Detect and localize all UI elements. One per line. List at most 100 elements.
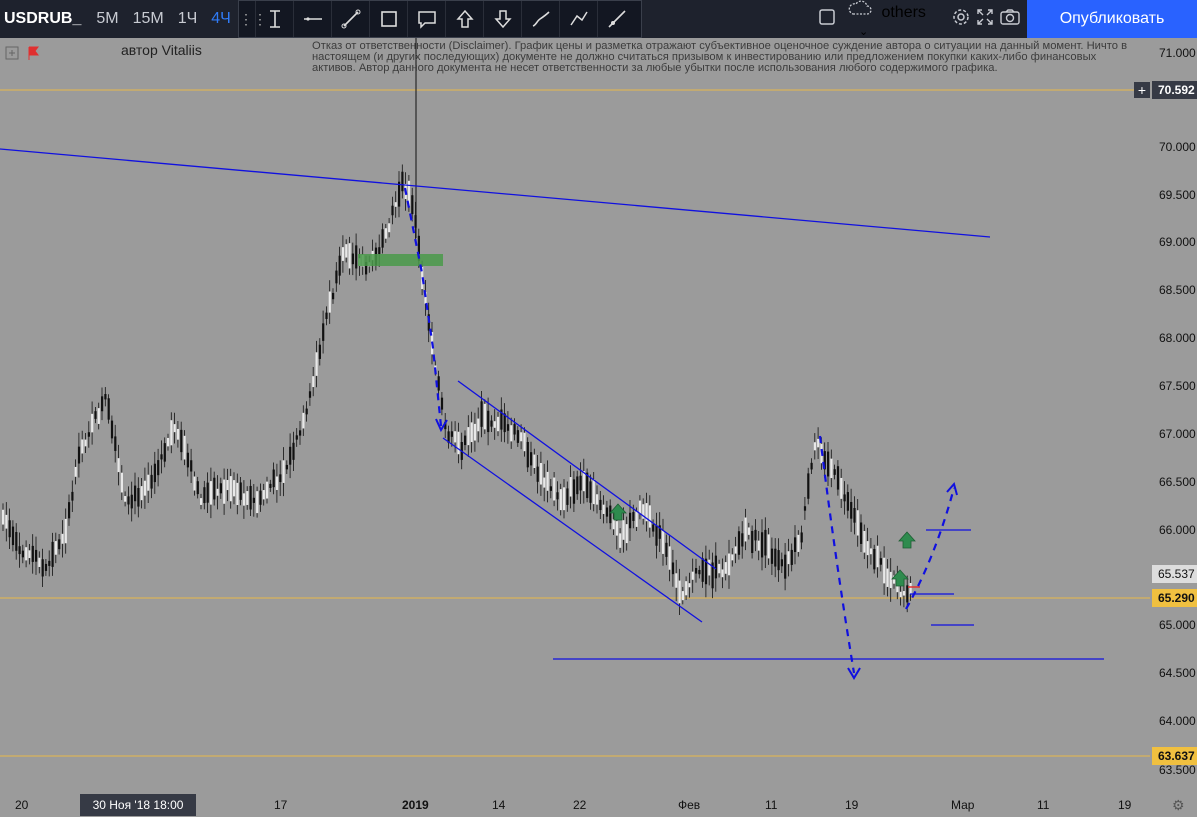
candle-body — [807, 473, 810, 499]
candle-body — [549, 486, 552, 491]
time-tick: 11 — [765, 798, 778, 812]
support-zone-rectangle[interactable] — [358, 254, 443, 266]
candle-body — [256, 491, 259, 514]
timeframe-5m[interactable]: 5M — [89, 0, 125, 38]
candle-body — [464, 435, 467, 446]
camera-icon[interactable] — [999, 7, 1027, 32]
candle-body — [157, 460, 160, 476]
candle-body — [757, 540, 760, 551]
trend-line-icon[interactable] — [331, 1, 369, 37]
ray-icon[interactable] — [597, 1, 635, 37]
candle-body — [579, 475, 582, 491]
resistance-trend-line[interactable] — [0, 148, 991, 238]
price-tick: 67.500 — [1159, 379, 1196, 393]
drag-handle-icon[interactable]: ⋮⋮ — [239, 11, 267, 28]
price-tick: 64.500 — [1159, 666, 1196, 680]
candle-body — [876, 545, 879, 568]
candle-body — [71, 491, 74, 501]
candle-body — [846, 492, 849, 511]
candle-body — [866, 541, 869, 556]
candle-body — [708, 559, 711, 576]
crosshair-time-label: 30 Ноя '18 18:00 — [80, 794, 196, 816]
candle-body — [35, 549, 38, 562]
candle-body — [163, 443, 166, 462]
fullscreen-icon[interactable] — [975, 7, 999, 32]
candle-body — [879, 558, 882, 565]
candle-body — [556, 492, 559, 500]
forecast-path-down[interactable] — [403, 187, 443, 427]
candle-body — [635, 511, 638, 527]
chart-author[interactable]: автор Vitaliis — [121, 42, 202, 58]
price-label-63637: 63.637 — [1152, 747, 1197, 765]
brush-icon[interactable] — [521, 1, 559, 37]
candle-body — [282, 460, 285, 483]
candle-body — [457, 431, 460, 455]
candle-body — [767, 534, 770, 559]
candle-body — [249, 485, 252, 510]
candle-body — [289, 446, 292, 465]
timeframe-4h[interactable]: 4Ч — [204, 0, 238, 38]
candle-body — [196, 481, 199, 495]
candle-body — [15, 532, 18, 551]
candle-body — [638, 500, 642, 514]
candle-body — [731, 554, 734, 561]
candle-body — [790, 549, 793, 565]
arrow-down-icon[interactable] — [483, 1, 521, 37]
candle-body — [589, 481, 592, 503]
candle-body — [335, 270, 338, 284]
candle-body — [675, 573, 678, 588]
candle-body — [691, 571, 694, 580]
flag-icon[interactable] — [28, 46, 39, 60]
gear-icon[interactable] — [951, 7, 975, 32]
candle-body — [107, 398, 110, 420]
candle-body — [625, 524, 628, 544]
cursor-tool-icon[interactable] — [255, 1, 293, 37]
candle-body — [629, 512, 632, 529]
candle-body — [401, 171, 404, 192]
candle-body — [473, 423, 477, 441]
candle-body — [74, 466, 77, 477]
forecast-path-up[interactable] — [905, 487, 956, 610]
axis-settings-icon[interactable]: ⚙ — [1172, 797, 1185, 814]
price-tick: 63.500 — [1159, 763, 1196, 777]
candle-body — [856, 510, 859, 536]
candle-body — [292, 442, 295, 460]
rectangle-icon[interactable] — [369, 1, 407, 37]
candle-body — [223, 479, 226, 504]
square-icon[interactable] — [817, 7, 847, 32]
candle-body — [299, 430, 302, 436]
candle-body — [437, 376, 440, 391]
candle-body — [899, 591, 902, 598]
candle-body — [351, 253, 354, 265]
candle-body — [836, 466, 840, 490]
candle-body — [394, 202, 397, 207]
candle-body — [572, 479, 576, 504]
buy-arrow-marker[interactable] — [898, 531, 916, 549]
candle-body — [213, 477, 216, 500]
candle-body — [605, 507, 609, 517]
candle-body — [513, 424, 516, 435]
polyline-icon[interactable] — [559, 1, 597, 37]
arrow-up-icon[interactable] — [445, 1, 483, 37]
timeframe-1h[interactable]: 1Ч — [171, 0, 205, 38]
publish-button[interactable]: Опубликовать — [1027, 0, 1197, 38]
candle-body — [226, 479, 229, 491]
candle-body — [784, 554, 787, 579]
symbol-name[interactable]: USDRUB_ — [0, 10, 89, 28]
chart-canvas[interactable] — [0, 38, 1150, 792]
candle-body — [655, 525, 658, 546]
price-axis[interactable]: 71.000 70.000 69.500 69.000 68.500 68.00… — [1150, 38, 1197, 792]
candle-body — [487, 410, 490, 433]
candle-body — [510, 425, 513, 442]
candle-body — [546, 471, 549, 491]
callout-icon[interactable] — [407, 1, 445, 37]
layout-selector[interactable]: others ⌄ — [847, 0, 951, 40]
candle-body — [143, 480, 147, 496]
timeframe-15m[interactable]: 15M — [126, 0, 171, 38]
candle-body — [97, 408, 100, 424]
candle-body — [176, 428, 180, 440]
candle-body — [259, 490, 262, 505]
horizontal-line-icon[interactable] — [293, 1, 331, 37]
add-alert-plus-icon[interactable]: + — [1134, 82, 1150, 98]
candle-body — [272, 469, 275, 488]
